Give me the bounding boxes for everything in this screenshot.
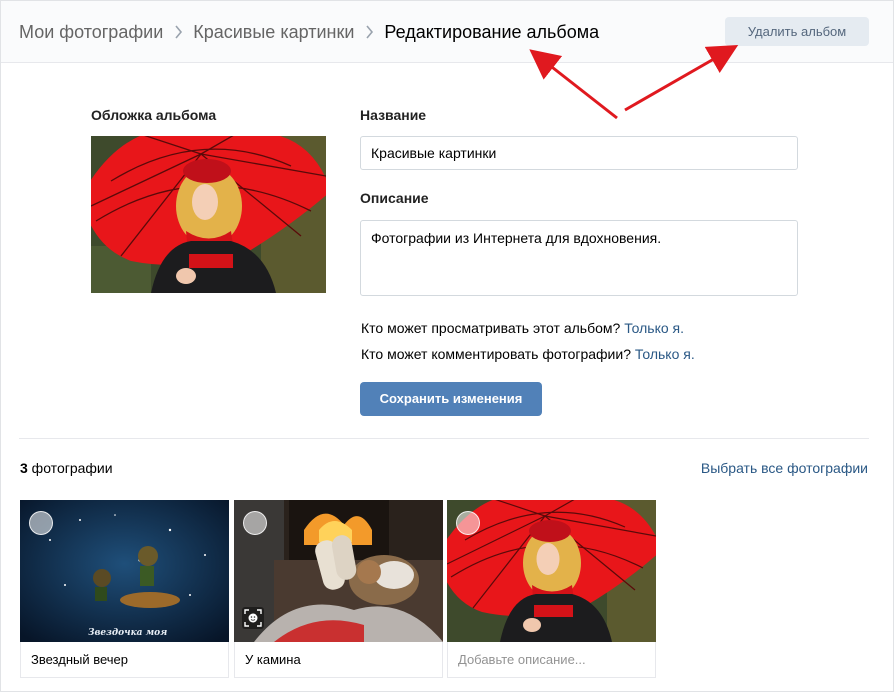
album-cover-image[interactable] [91, 136, 326, 293]
privacy-view-row: Кто может просматривать этот альбом? Тол… [361, 320, 684, 336]
name-label: Название [360, 107, 427, 123]
photo-thumbnail[interactable] [234, 500, 443, 642]
section-divider [19, 438, 869, 439]
delete-album-button[interactable]: Удалить альбом [725, 17, 869, 46]
photo-caption[interactable]: Звездный вечер [31, 652, 128, 667]
photo-card[interactable]: У камина [234, 500, 443, 678]
photo-caption-placeholder[interactable]: Добавьте описание... [458, 652, 586, 667]
page-header: Мои фотографии Красивые картинки Редакти… [1, 1, 893, 63]
chevron-right-icon [354, 25, 384, 39]
photo-check-icon[interactable] [29, 511, 53, 535]
photo-card[interactable]: Звездочка моя Звездный вечер [20, 500, 229, 678]
photo-card[interactable]: Добавьте описание... [447, 500, 656, 678]
photo-caption[interactable]: У камина [245, 652, 301, 667]
photo-thumbnail[interactable] [447, 500, 656, 642]
photo-count-label: фотографии [27, 460, 113, 476]
photo-count-number: 3 [20, 460, 28, 476]
privacy-comment-row: Кто может комментировать фотографии? Тол… [361, 346, 695, 362]
album-edit-page: Мои фотографии Красивые картинки Редакти… [0, 0, 894, 692]
thumbnail-caption-text: Звездочка моя [88, 628, 168, 638]
breadcrumb-album[interactable]: Красивые картинки [193, 22, 354, 43]
album-name-input[interactable]: Красивые картинки [360, 136, 798, 170]
cover-label: Обложка альбома [91, 107, 217, 123]
privacy-comment-question: Кто может комментировать фотографии? [361, 346, 631, 362]
photo-check-icon[interactable] [456, 511, 480, 535]
photo-check-icon[interactable] [243, 511, 267, 535]
privacy-view-question: Кто может просматривать этот альбом? [361, 320, 621, 336]
album-description-textarea[interactable]: Фотографии из Интернета для вдохновения. [360, 220, 798, 296]
face-tag-icon[interactable] [242, 607, 264, 629]
select-all-photos-link[interactable]: Выбрать все фотографии [701, 460, 868, 476]
chevron-right-icon [163, 25, 193, 39]
breadcrumb-current: Редактирование альбома [384, 21, 600, 42]
privacy-comment-link[interactable]: Только я. [635, 346, 695, 362]
breadcrumb: Мои фотографии Красивые картинки Редакти… [19, 19, 599, 45]
photo-count: 3 фотографии [20, 460, 113, 476]
save-changes-button[interactable]: Сохранить изменения [360, 382, 542, 416]
photo-thumbnail[interactable]: Звездочка моя [20, 500, 229, 642]
breadcrumb-my-photos[interactable]: Мои фотографии [19, 22, 163, 43]
description-label: Описание [360, 190, 429, 206]
privacy-view-link[interactable]: Только я. [624, 320, 684, 336]
